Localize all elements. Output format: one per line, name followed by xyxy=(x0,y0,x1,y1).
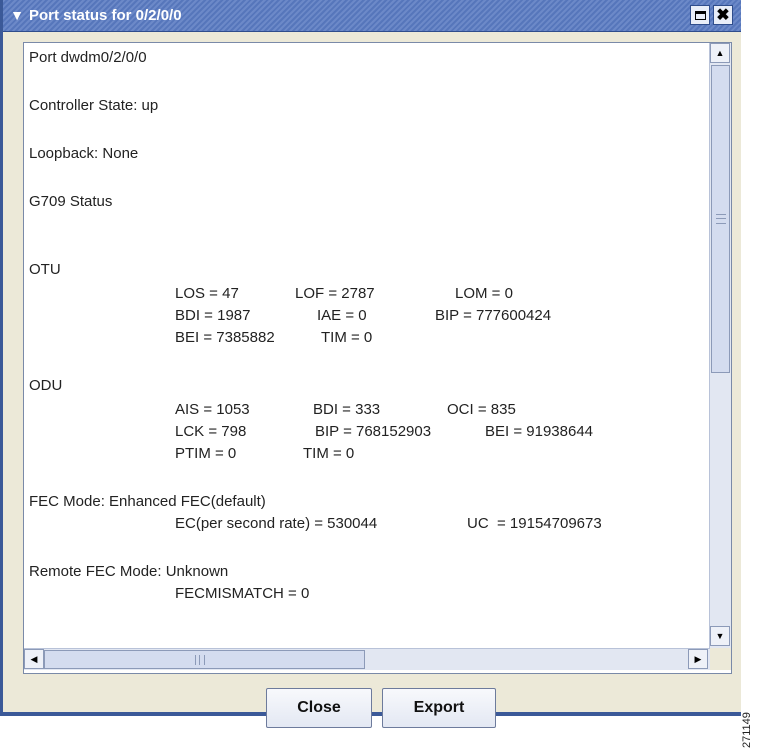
scroll-left-icon[interactable]: ◀ xyxy=(24,649,44,669)
scroll-up-icon[interactable]: ▲ xyxy=(710,43,730,63)
loopback-line: Loopback: None xyxy=(29,145,139,162)
g709-status-line: G709 Status xyxy=(29,193,113,210)
otu-bei: BEI = 7385882 xyxy=(175,329,275,346)
scroll-right-icon[interactable]: ▶ xyxy=(688,649,708,669)
otu-los: LOS = 47 xyxy=(175,285,239,302)
odu-oci: OCI = 835 xyxy=(447,401,516,418)
port-line: Port dwdm0/2/0/0 xyxy=(29,49,147,66)
export-button[interactable]: Export xyxy=(382,688,496,728)
controller-state-line: Controller State: up xyxy=(29,97,159,114)
otu-iae: IAE = 0 xyxy=(317,307,367,324)
odu-header: ODU xyxy=(29,377,63,394)
fec-ec: EC(per second rate) = 530044 xyxy=(175,515,378,532)
otu-tim: TIM = 0 xyxy=(321,329,373,346)
otu-header: OTU xyxy=(29,261,61,278)
status-text: Port dwdm0/2/0/0 Controller State: up Lo… xyxy=(29,49,704,639)
scrollbar-corner xyxy=(710,648,731,670)
window-title: Port status for 0/2/0/0 xyxy=(29,7,182,24)
vertical-scrollbar[interactable]: ▲ ▼ xyxy=(709,43,731,648)
odu-bei: BEI = 91938644 xyxy=(485,423,594,440)
port-status-dialog: ▼ Port status for 0/2/0/0 ✖ Port dwdm0/2… xyxy=(0,0,741,728)
title-bar[interactable]: ▼ Port status for 0/2/0/0 ✖ xyxy=(3,0,741,32)
remote-fec-mode-line: Remote FEC Mode: Unknown xyxy=(29,563,229,580)
odu-bdi: BDI = 333 xyxy=(313,401,381,418)
odu-bip: BIP = 768152903 xyxy=(315,423,432,440)
odu-ptim: PTIM = 0 xyxy=(175,445,237,462)
otu-bdi: BDI = 1987 xyxy=(175,307,251,324)
horizontal-scroll-thumb[interactable] xyxy=(44,650,365,669)
fec-mismatch: FECMISMATCH = 0 xyxy=(175,585,310,602)
figure-id-label: 271149 xyxy=(741,712,753,748)
maximize-icon[interactable] xyxy=(690,5,710,25)
close-button[interactable]: Close xyxy=(266,688,372,728)
otu-lof: LOF = 2787 xyxy=(295,285,375,302)
odu-lck: LCK = 798 xyxy=(175,423,247,440)
otu-lom: LOM = 0 xyxy=(455,285,513,302)
fec-uc: UC = 19154709673 xyxy=(467,515,602,532)
close-icon[interactable]: ✖ xyxy=(713,5,733,25)
chevron-down-icon[interactable]: ▼ xyxy=(9,7,25,23)
odu-ais: AIS = 1053 xyxy=(175,401,250,418)
scroll-down-icon[interactable]: ▼ xyxy=(710,626,730,646)
vertical-scroll-thumb[interactable] xyxy=(711,65,730,373)
otu-bip: BIP = 777600424 xyxy=(435,307,552,324)
horizontal-scrollbar[interactable]: ◀ ▶ xyxy=(24,648,710,670)
fec-mode-line: FEC Mode: Enhanced FEC(default) xyxy=(29,493,266,510)
status-text-panel: Port dwdm0/2/0/0 Controller State: up Lo… xyxy=(23,42,732,674)
odu-tim: TIM = 0 xyxy=(303,445,355,462)
